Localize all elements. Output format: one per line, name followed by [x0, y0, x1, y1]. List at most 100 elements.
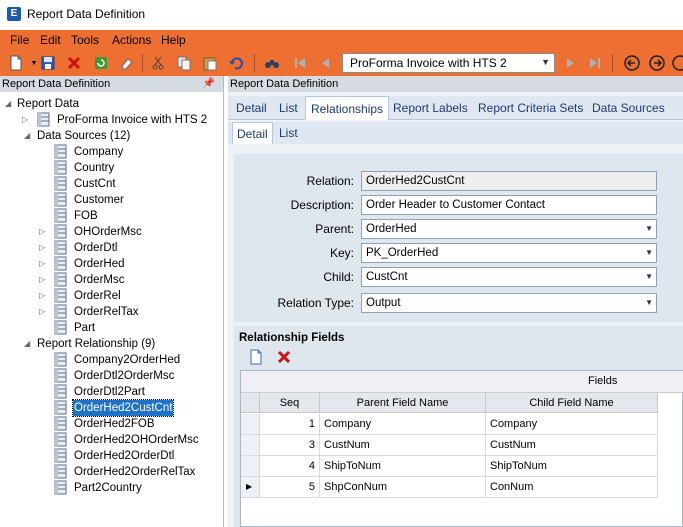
report-select[interactable]: ProForma Invoice with HTS 2 ▼	[342, 53, 555, 73]
row-selector[interactable]	[241, 456, 260, 477]
row-selector[interactable]	[241, 414, 260, 435]
tree-item-report[interactable]: ▷ ProForma Invoice with HTS 2	[0, 112, 222, 128]
cell-seq[interactable]: 3	[260, 435, 320, 456]
column-header-child-field-name[interactable]: Child Field Name	[486, 393, 658, 413]
expand-icon[interactable]: ▷	[39, 256, 45, 272]
tree-item-data-source[interactable]: CustCnt	[0, 176, 222, 192]
tab-list[interactable]: List	[279, 96, 298, 120]
cell-parent-field[interactable]: CustNum	[320, 435, 486, 456]
binoculars-icon[interactable]	[262, 53, 282, 73]
delete-field-icon[interactable]	[274, 347, 294, 367]
cut-icon[interactable]	[148, 53, 168, 73]
chevron-down-icon[interactable]: ▼	[645, 268, 653, 286]
cell-child-field[interactable]: ConNum	[486, 477, 658, 498]
column-header-parent-field-name[interactable]: Parent Field Name	[320, 393, 486, 413]
tree-item-data-source[interactable]: Customer	[0, 192, 222, 208]
menu-file[interactable]: File	[10, 33, 29, 47]
pin-icon[interactable]: 📌	[203, 76, 215, 92]
expand-icon[interactable]: ▷	[39, 224, 45, 240]
tree-item-data-sources[interactable]: ◢ Data Sources (12)	[0, 128, 222, 144]
left-panel-header: Report Data Definition 📌	[0, 76, 223, 92]
relation-type-select[interactable]: Output ▼	[361, 293, 657, 313]
clear-icon[interactable]	[117, 53, 137, 73]
expand-open-icon[interactable]: ◢	[5, 96, 11, 112]
menu-edit[interactable]: Edit	[40, 33, 61, 47]
tree-item-data-source[interactable]: ▷ OHOrderMsc	[0, 224, 222, 240]
tree-item-data-source[interactable]: FOB	[0, 208, 222, 224]
back-icon[interactable]	[622, 53, 642, 73]
expand-icon[interactable]: ▷	[39, 272, 45, 288]
tree-item-relationship[interactable]: Part2Country	[0, 480, 222, 496]
previous-record-icon[interactable]	[316, 53, 336, 73]
column-header-seq[interactable]: Seq	[260, 393, 320, 413]
chevron-down-icon[interactable]: ▼	[645, 220, 653, 238]
menu-actions[interactable]: Actions	[112, 33, 151, 47]
tree-item-report-relationship[interactable]: ◢ Report Relationship (9)	[0, 336, 222, 352]
tree-item-data-source[interactable]: ▷ OrderRel	[0, 288, 222, 304]
tree-item-data-source[interactable]: ▷ OrderHed	[0, 256, 222, 272]
cell-child-field[interactable]: Company	[486, 414, 658, 435]
key-select[interactable]: PK_OrderHed ▼	[361, 243, 657, 263]
subtab-list[interactable]: List	[279, 122, 298, 144]
tree-item-data-source[interactable]: Part	[0, 320, 222, 336]
chevron-down-icon[interactable]: ▼	[541, 57, 550, 67]
delete-icon[interactable]	[64, 53, 84, 73]
cell-child-field[interactable]: CustNum	[486, 435, 658, 456]
tab-report-criteria-sets[interactable]: Report Criteria Sets	[478, 96, 583, 120]
tree-item-relationship[interactable]: OrderHed2CustCnt	[0, 399, 222, 417]
cell-seq[interactable]: 1	[260, 414, 320, 435]
relation-field[interactable]: OrderHed2CustCnt	[361, 171, 657, 191]
cell-seq[interactable]: 5	[260, 477, 320, 498]
undo-icon[interactable]	[226, 53, 246, 73]
cell-parent-field[interactable]: ShpConNum	[320, 477, 486, 498]
home-icon[interactable]	[669, 53, 683, 73]
cell-seq[interactable]: 4	[260, 456, 320, 477]
tree-item-data-source[interactable]: Company	[0, 144, 222, 160]
paste-icon[interactable]	[200, 53, 220, 73]
cell-parent-field[interactable]: Company	[320, 414, 486, 435]
description-field[interactable]: Order Header to Customer Contact	[361, 195, 657, 215]
tab-data-sources[interactable]: Data Sources	[592, 96, 665, 120]
tree-item-relationship[interactable]: OrderDtl2Part	[0, 384, 222, 400]
refresh-icon[interactable]	[91, 53, 111, 73]
expand-icon[interactable]: ▷	[39, 288, 45, 304]
child-select[interactable]: CustCnt ▼	[361, 267, 657, 287]
row-selector[interactable]	[241, 435, 260, 456]
tree-item-relationship[interactable]: Company2OrderHed	[0, 352, 222, 368]
tree-item-relationship[interactable]: OrderHed2OrderDtl	[0, 448, 222, 464]
expand-icon[interactable]: ▷	[39, 304, 45, 320]
tree-item-relationship[interactable]: OrderDtl2OrderMsc	[0, 368, 222, 384]
tree-item-relationship[interactable]: OrderHed2FOB	[0, 416, 222, 432]
tab-relationships[interactable]: Relationships	[305, 96, 390, 120]
expand-icon[interactable]: ▷	[39, 240, 45, 256]
tab-report-labels[interactable]: Report Labels	[393, 96, 468, 120]
tree-item-relationship[interactable]: OrderHed2OrderRelTax	[0, 464, 222, 480]
tree-item-report-data[interactable]: ◢ Report Data	[0, 96, 222, 112]
last-record-icon[interactable]	[585, 53, 605, 73]
cell-parent-field[interactable]: ShipToNum	[320, 456, 486, 477]
tab-detail[interactable]: Detail	[236, 96, 267, 120]
row-selector[interactable]: ▶	[241, 477, 260, 498]
tree-item-data-source[interactable]: ▷ OrderDtl	[0, 240, 222, 256]
new-field-icon[interactable]	[246, 347, 266, 367]
tree-item-data-source[interactable]: Country	[0, 160, 222, 176]
parent-select[interactable]: OrderHed ▼	[361, 219, 657, 239]
new-icon[interactable]	[6, 53, 26, 73]
menu-tools[interactable]: Tools	[71, 33, 99, 47]
next-record-icon[interactable]	[560, 53, 580, 73]
menu-help[interactable]: Help	[161, 33, 186, 47]
expand-open-icon[interactable]: ◢	[24, 336, 30, 352]
chevron-down-icon[interactable]: ▼	[645, 294, 653, 312]
copy-icon[interactable]	[174, 53, 194, 73]
save-icon[interactable]	[38, 53, 58, 73]
tree-item-relationship[interactable]: OrderHed2OHOrderMsc	[0, 432, 222, 448]
expand-icon[interactable]: ▷	[22, 112, 28, 128]
expand-open-icon[interactable]: ◢	[24, 128, 30, 144]
first-record-icon[interactable]	[290, 53, 310, 73]
subtab-detail[interactable]: Detail	[232, 122, 273, 144]
chevron-down-icon[interactable]: ▼	[645, 244, 653, 262]
forward-icon[interactable]	[647, 53, 667, 73]
cell-child-field[interactable]: ShipToNum	[486, 456, 658, 477]
tree-item-data-source[interactable]: ▷ OrderMsc	[0, 272, 222, 288]
tree-item-data-source[interactable]: ▷ OrderRelTax	[0, 304, 222, 320]
